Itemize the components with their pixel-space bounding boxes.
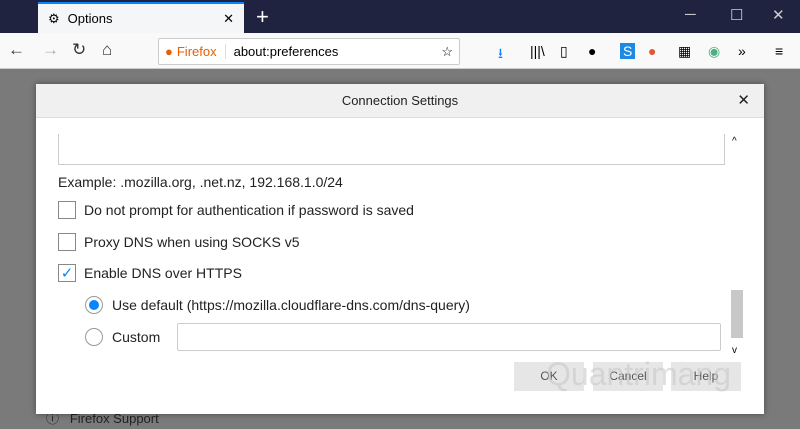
overflow-icon[interactable]: » <box>738 43 746 59</box>
identity-label: Firefox <box>177 44 226 59</box>
scroll-down-icon[interactable]: v <box>732 345 737 356</box>
back-button[interactable]: ← <box>8 40 25 60</box>
radio-selected[interactable] <box>85 296 103 314</box>
close-tab-icon[interactable]: ✕ <box>223 11 234 27</box>
checkbox[interactable] <box>58 233 76 251</box>
example-text: Example: .mozilla.org, .net.nz, 192.168.… <box>58 174 343 190</box>
checkmark-icon[interactable]: ✓ <box>58 264 76 282</box>
gear-icon: ⚙ <box>48 10 60 26</box>
radio-label: Use default (https://mozilla.cloudflare-… <box>112 297 470 313</box>
extension-icon[interactable]: ● <box>588 43 596 59</box>
radio[interactable] <box>85 328 103 346</box>
bookmark-star-icon[interactable]: ☆ <box>441 44 453 60</box>
connection-settings-dialog: Connection Settings ✕ Example: .mozilla.o… <box>36 84 764 414</box>
scrollbar[interactable]: ^ v <box>730 132 744 356</box>
duckduckgo-icon[interactable]: ● <box>648 43 656 59</box>
doh-checkbox[interactable]: ✓ Enable DNS over HTTPS <box>58 264 242 282</box>
tab-options[interactable]: ⚙ Options ✕ <box>38 2 244 33</box>
checkbox[interactable] <box>58 201 76 219</box>
url-bar[interactable]: ● Firefox about:preferences ☆ <box>158 38 460 65</box>
noprompt-checkbox[interactable]: Do not prompt for authentication if pass… <box>58 201 414 219</box>
sidebar-icon[interactable]: ▯ <box>560 43 568 60</box>
download-icon[interactable]: ⭳ <box>498 43 503 67</box>
close-icon[interactable]: ✕ <box>737 84 750 118</box>
s-extension-icon[interactable]: S <box>620 43 636 59</box>
home-button[interactable]: ⌂ <box>102 40 112 60</box>
watermark: Quantrimang <box>546 356 731 392</box>
scroll-up-icon[interactable]: ^ <box>732 136 737 147</box>
maximize-button[interactable]: ☐ <box>730 6 743 24</box>
title-bar: ⚙ Options ✕ + ─ ☐ ✕ <box>0 0 800 33</box>
custom-doh-input[interactable] <box>177 323 721 351</box>
scroll-thumb[interactable] <box>731 290 743 338</box>
reload-button[interactable]: ↻ <box>72 40 86 60</box>
new-tab-button[interactable]: + <box>256 4 269 30</box>
no-proxy-textarea[interactable] <box>58 134 725 165</box>
close-window-button[interactable]: ✕ <box>772 6 785 24</box>
forward-button[interactable]: → <box>42 40 59 60</box>
proxy-dns-checkbox[interactable]: Proxy DNS when using SOCKS v5 <box>58 233 300 251</box>
library-icon[interactable]: |||\ <box>530 43 545 59</box>
menu-icon[interactable]: ≡ <box>775 43 783 59</box>
checkbox-label: Proxy DNS when using SOCKS v5 <box>84 234 300 250</box>
grid-icon[interactable]: ▦ <box>678 43 691 60</box>
dialog-title: Connection Settings <box>341 93 459 108</box>
extension-green-icon[interactable]: ◉ <box>708 43 720 60</box>
address-text[interactable]: about:preferences <box>234 44 442 59</box>
radio-label: Custom <box>112 329 161 345</box>
checkbox-label: Enable DNS over HTTPS <box>84 265 242 281</box>
checkbox-label: Do not prompt for authentication if pass… <box>84 202 414 218</box>
firefox-icon: ● <box>165 44 173 59</box>
tab-title: Options <box>67 11 113 26</box>
custom-radio[interactable]: Custom <box>85 328 160 346</box>
minimize-button[interactable]: ─ <box>685 6 696 23</box>
use-default-radio[interactable]: Use default (https://mozilla.cloudflare-… <box>85 296 470 314</box>
